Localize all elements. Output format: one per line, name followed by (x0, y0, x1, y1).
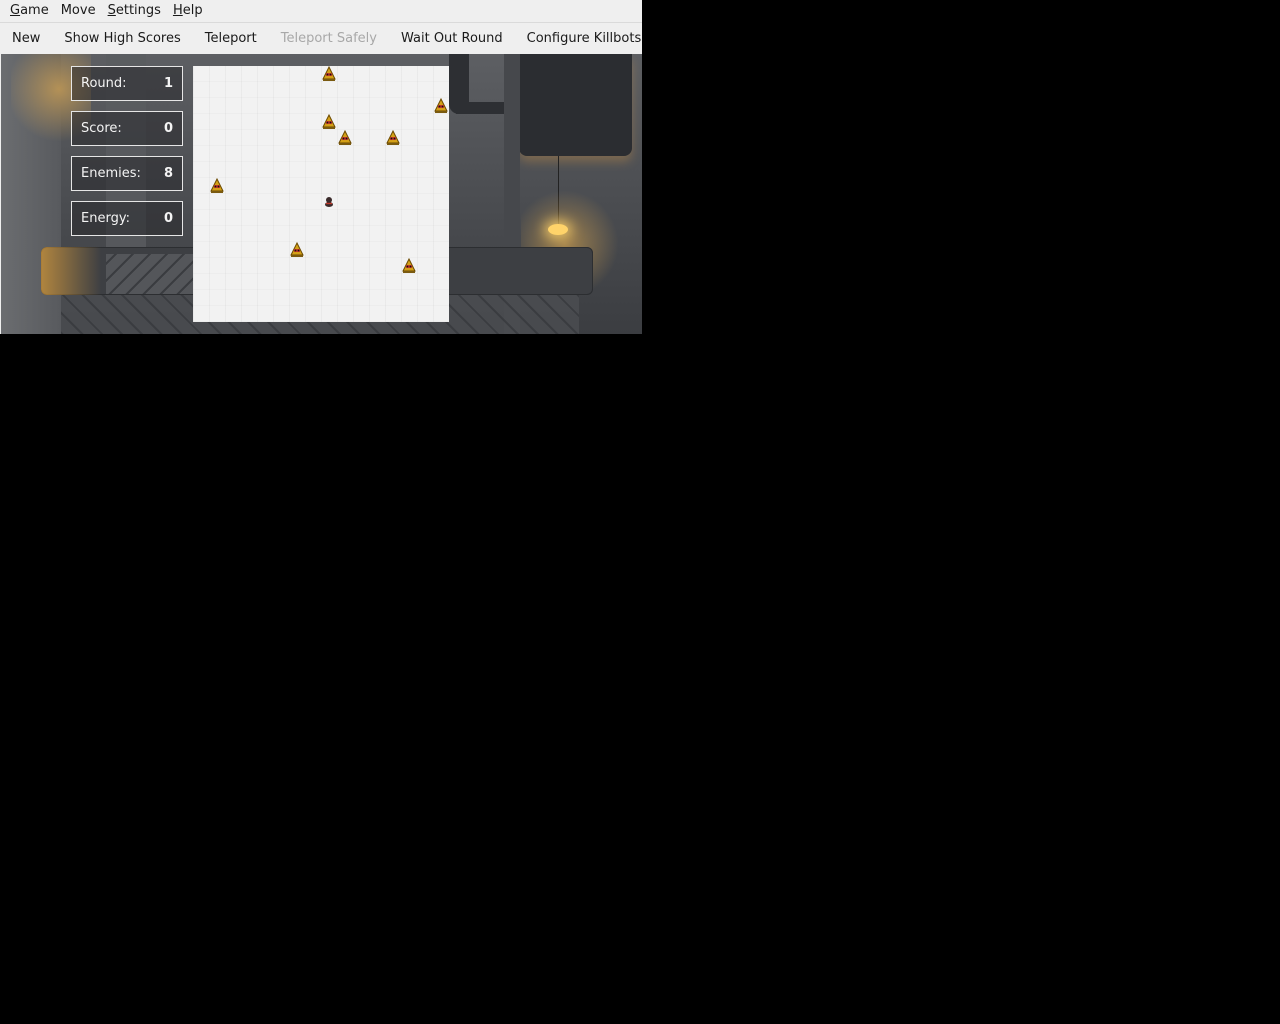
killbot-enemy-icon (433, 98, 449, 114)
round-value: 1 (163, 76, 173, 91)
teleport-button[interactable]: Teleport (193, 24, 269, 54)
enemies-panel: Enemies: 8 (71, 156, 183, 191)
wait-out-round-button[interactable]: Wait Out Round (389, 24, 515, 54)
killbot-enemy-icon (401, 258, 417, 274)
score-value: 0 (163, 121, 173, 136)
killbot-enemy-icon (289, 242, 305, 258)
hero-player-icon (321, 194, 337, 210)
game-scene: Round: 1 Score: 0 Enemies: 8 Energy: 0 (1, 54, 642, 334)
counter-glow (41, 247, 101, 295)
score-label: Score: (81, 121, 122, 136)
killbot-enemy-icon (321, 114, 337, 130)
enemies-label: Enemies: (81, 166, 141, 181)
enemies-value: 8 (163, 166, 173, 181)
background-hood (519, 54, 632, 156)
energy-label: Energy: (81, 211, 130, 226)
menu-move[interactable]: Move (56, 0, 103, 21)
killbot-enemy-icon (321, 66, 337, 82)
killbot-enemy-icon (209, 178, 225, 194)
energy-value: 0 (163, 211, 173, 226)
hanging-lamp (548, 224, 568, 235)
killbots-window: Game Move Settings Help New Show High Sc… (0, 0, 642, 334)
game-arena[interactable] (193, 66, 449, 322)
new-game-button[interactable]: New (0, 24, 52, 54)
menu-bar: Game Move Settings Help (0, 0, 642, 21)
round-label: Round: (81, 76, 127, 91)
energy-panel: Energy: 0 (71, 201, 183, 236)
round-panel: Round: 1 (71, 66, 183, 101)
toolbar: New Show High Scores Teleport Teleport S… (0, 22, 642, 54)
teleport-safely-button[interactable]: Teleport Safely (269, 24, 389, 54)
menu-settings[interactable]: Settings (103, 0, 168, 21)
background-railing (106, 254, 196, 294)
killbot-enemy-icon (385, 130, 401, 146)
menu-help[interactable]: Help (168, 0, 210, 21)
menu-game[interactable]: Game (0, 0, 56, 21)
score-panel: Score: 0 (71, 111, 183, 146)
killbot-enemy-icon (337, 130, 353, 146)
show-high-scores-button[interactable]: Show High Scores (52, 24, 192, 54)
configure-killbots-button[interactable]: Configure Killbots (515, 24, 654, 54)
